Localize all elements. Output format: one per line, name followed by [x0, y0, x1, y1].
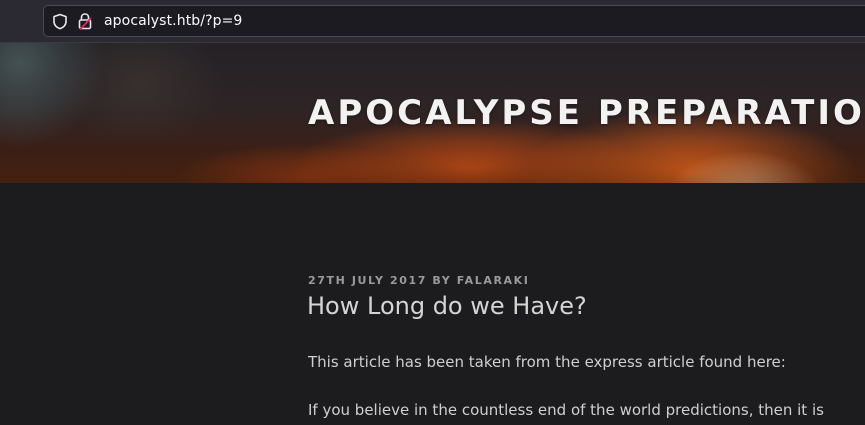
- browser-toolbar: apocalyst.htb/?p=9: [0, 0, 865, 43]
- post-title[interactable]: How Long do we Have?: [307, 292, 587, 320]
- header-banner: APOCALYPSE PREPARATIO: [0, 43, 865, 183]
- post-meta[interactable]: 27TH JULY 2017 BY FALARAKI: [308, 274, 529, 287]
- site-title[interactable]: APOCALYPSE PREPARATIO: [308, 93, 865, 133]
- post-paragraph: This article has been taken from the exp…: [308, 353, 786, 371]
- url-text[interactable]: apocalyst.htb/?p=9: [104, 13, 242, 29]
- address-bar[interactable]: apocalyst.htb/?p=9: [43, 5, 865, 37]
- post-paragraph: If you believe in the countless end of t…: [308, 401, 824, 419]
- lock-icon[interactable]: [77, 12, 93, 31]
- shield-icon[interactable]: [52, 13, 68, 30]
- post-content: 27TH JULY 2017 BY FALARAKI How Long do w…: [0, 183, 865, 425]
